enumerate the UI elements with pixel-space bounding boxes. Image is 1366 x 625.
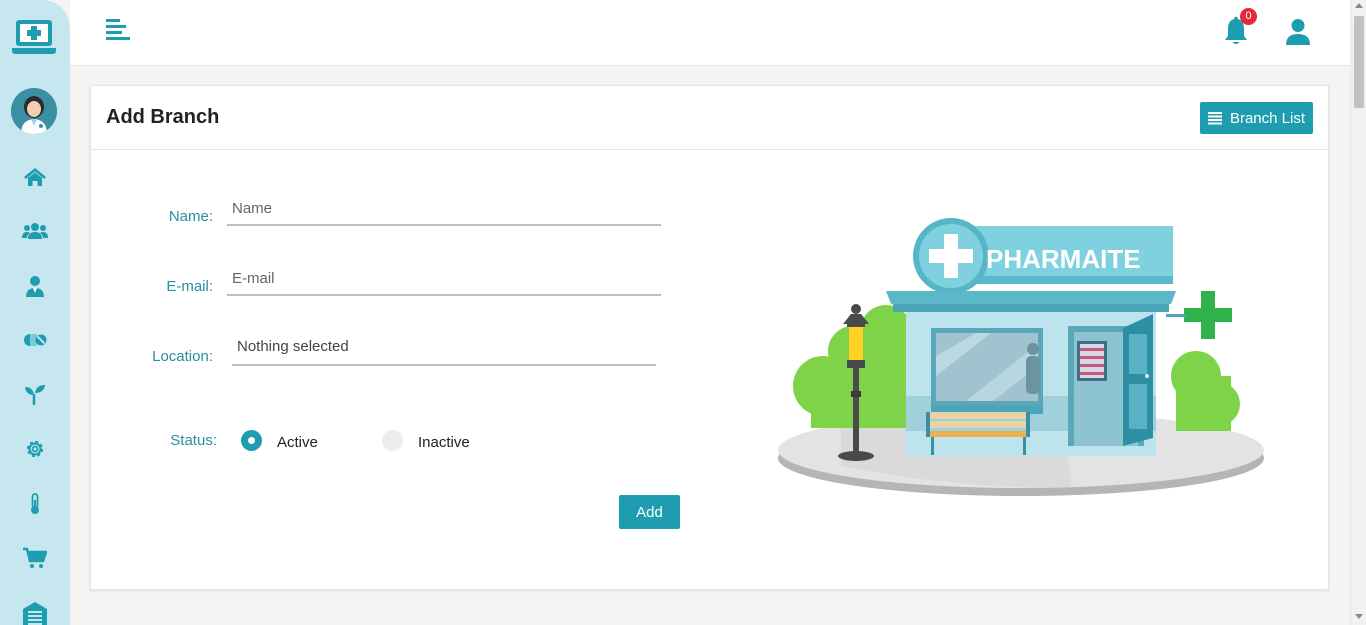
thermometer-icon bbox=[31, 493, 39, 514]
sidebar-item-warehouse[interactable] bbox=[20, 598, 50, 625]
sidebar-item-doctors[interactable] bbox=[20, 271, 50, 301]
user-profile-icon[interactable] bbox=[1285, 18, 1311, 46]
topbar: 0 bbox=[70, 0, 1350, 66]
sidebar-item-temperature[interactable] bbox=[20, 489, 50, 519]
name-label: Name: bbox=[168, 208, 213, 225]
page-title: Add Branch bbox=[106, 106, 220, 128]
status-active-label[interactable]: Active bbox=[277, 434, 318, 451]
status-active-radio[interactable] bbox=[241, 430, 262, 451]
scroll-up-icon[interactable] bbox=[1355, 3, 1363, 8]
scroll-down-icon[interactable] bbox=[1355, 614, 1363, 619]
branch-list-label: Branch List bbox=[1229, 109, 1306, 127]
notifications-button[interactable]: 0 bbox=[1224, 8, 1257, 48]
card-header: Add Branch Branch List bbox=[91, 86, 1328, 150]
list-icon bbox=[1207, 112, 1222, 125]
gear-icon bbox=[26, 440, 44, 458]
email-input[interactable] bbox=[227, 262, 661, 296]
status-inactive-radio[interactable] bbox=[382, 430, 403, 451]
notification-count-badge: 0 bbox=[1240, 8, 1257, 25]
menu-toggle-icon[interactable] bbox=[104, 17, 132, 45]
status-inactive-label[interactable]: Inactive bbox=[418, 434, 470, 451]
location-label: Location: bbox=[152, 348, 213, 365]
status-label: Status: bbox=[170, 432, 217, 449]
pharmacy-illustration: PHARMAITE bbox=[771, 216, 1271, 506]
location-select[interactable]: Nothing selected bbox=[232, 332, 656, 366]
warehouse-icon bbox=[23, 602, 47, 625]
laptop-medical-logo-icon[interactable] bbox=[12, 18, 56, 58]
add-button[interactable]: Add bbox=[619, 495, 680, 529]
sidebar-item-cart[interactable] bbox=[20, 543, 50, 573]
sidebar-item-home[interactable] bbox=[20, 162, 50, 192]
cart-icon bbox=[23, 547, 47, 568]
email-label: E-mail: bbox=[166, 278, 213, 295]
name-input[interactable] bbox=[227, 192, 661, 226]
seedling-icon bbox=[25, 385, 45, 405]
sidebar-item-plants[interactable] bbox=[20, 379, 50, 409]
add-branch-card: Add Branch Branch List Name: E-mail: Loc… bbox=[90, 85, 1329, 590]
sidebar-item-settings[interactable] bbox=[20, 434, 50, 464]
home-icon bbox=[24, 168, 46, 186]
avatar[interactable] bbox=[11, 88, 57, 134]
sidebar bbox=[0, 0, 70, 625]
sidebar-item-users[interactable] bbox=[20, 216, 50, 246]
users-icon bbox=[22, 223, 48, 239]
vertical-scrollbar[interactable] bbox=[1350, 0, 1366, 625]
sidebar-item-medicines[interactable] bbox=[20, 325, 50, 355]
pharmacy-sign-text: PHARMAITE bbox=[986, 244, 1141, 274]
pills-icon bbox=[24, 334, 47, 346]
doctor-icon bbox=[26, 276, 44, 297]
branch-list-button[interactable]: Branch List bbox=[1200, 102, 1313, 134]
scroll-thumb[interactable] bbox=[1354, 16, 1364, 108]
